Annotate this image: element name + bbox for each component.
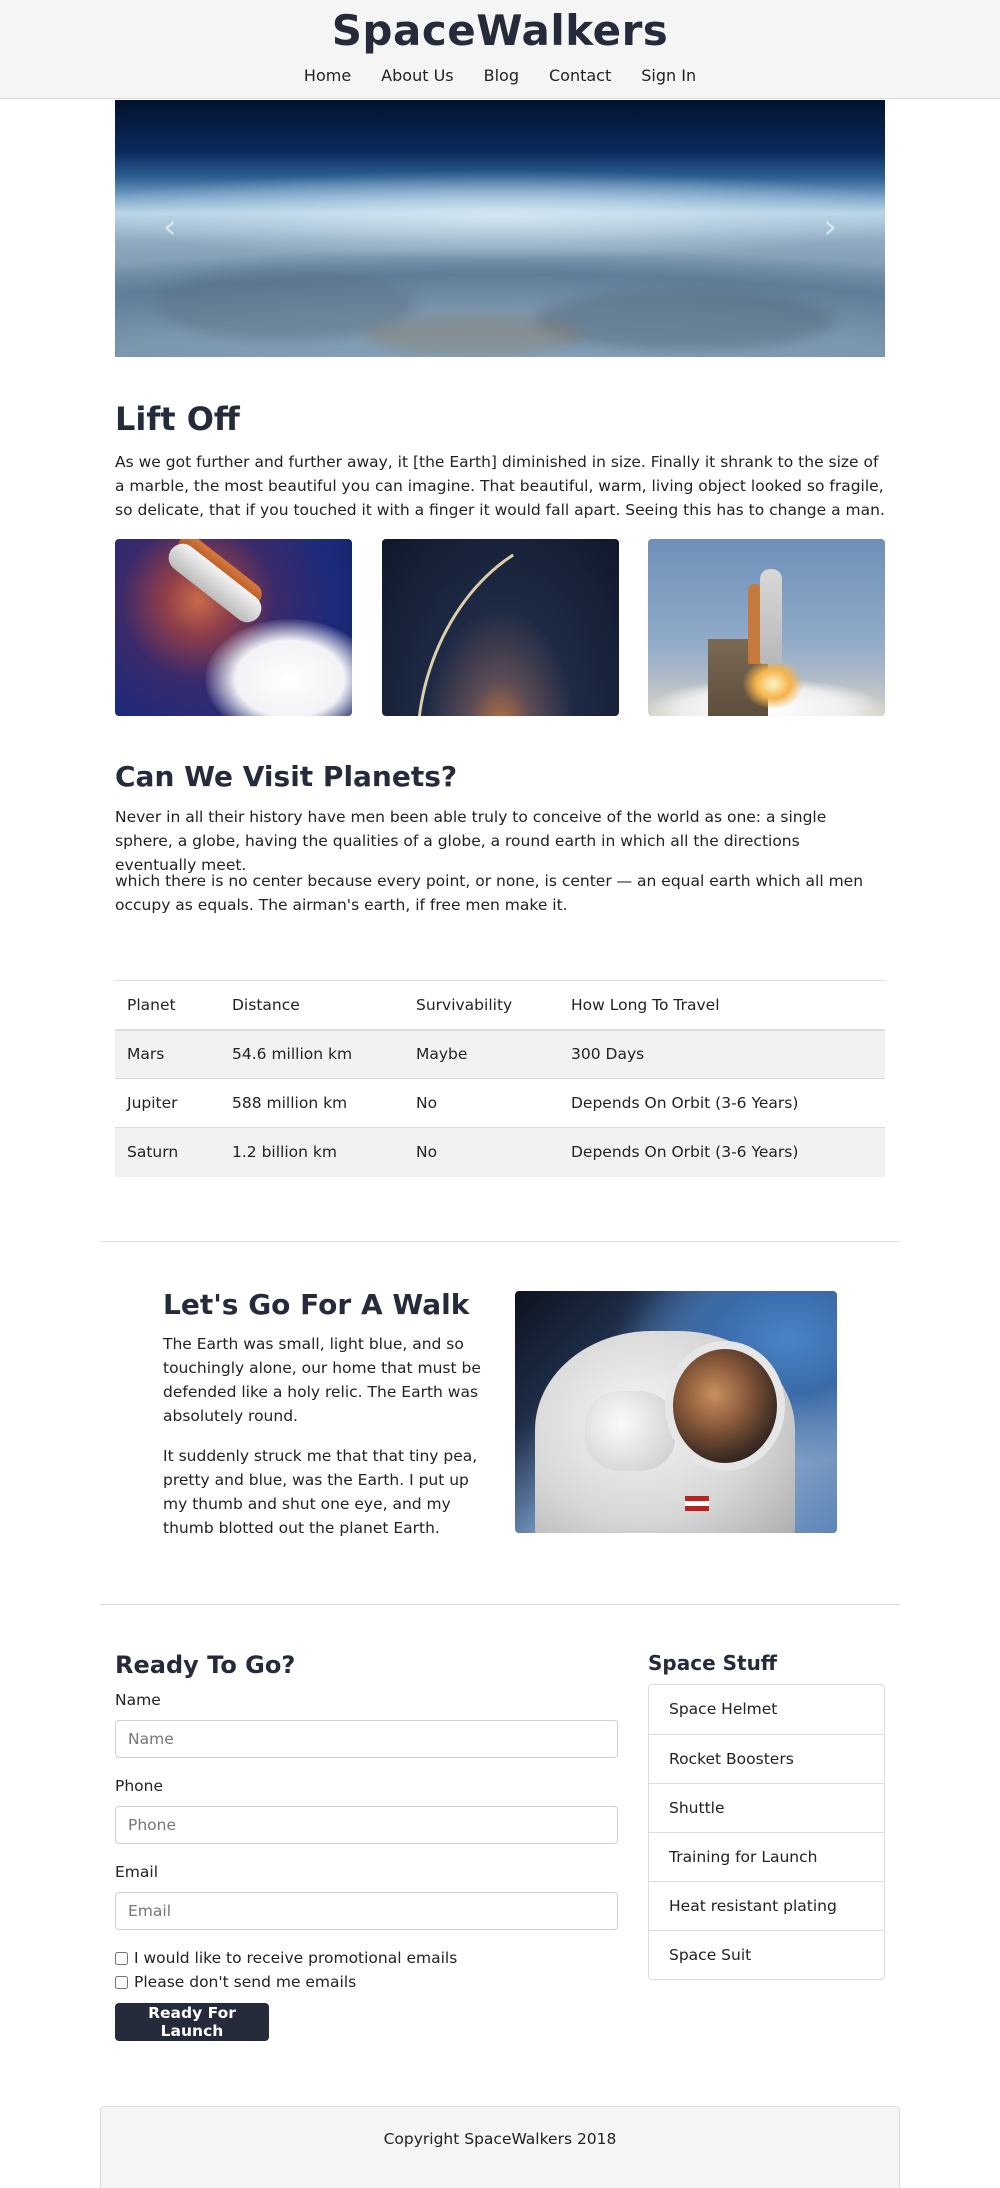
visit-paragraph-2: which there is no center because every p… — [115, 872, 864, 914]
table-cell: 300 Days — [559, 1029, 885, 1079]
list-item[interactable]: Training for Launch — [649, 1832, 884, 1881]
table-cell: Maybe — [404, 1029, 559, 1079]
list-item[interactable]: Rocket Boosters — [649, 1734, 884, 1783]
email-input[interactable] — [115, 1892, 618, 1930]
rocket-trail-image — [382, 539, 619, 716]
list-item[interactable]: Space Helmet — [649, 1685, 884, 1734]
list-item[interactable]: Space Suit — [649, 1930, 884, 1979]
table-cell: 1.2 billion km — [220, 1127, 404, 1177]
nav-contact[interactable]: Contact — [534, 66, 626, 85]
name-input[interactable] — [115, 1720, 618, 1758]
table-cell: Jupiter — [115, 1078, 220, 1128]
email-label: Email — [115, 1863, 159, 1881]
nav-about-us[interactable]: About Us — [366, 66, 468, 85]
walk-paragraph-2: It suddenly struck me that that tiny pea… — [163, 1447, 478, 1537]
table-cell: 54.6 million km — [220, 1029, 404, 1079]
table-cell: Mars — [115, 1029, 220, 1079]
visit-planets-heading: Can We Visit Planets? — [115, 760, 458, 793]
lift-off-heading: Lift Off — [115, 400, 240, 438]
walk-heading: Let's Go For A Walk — [163, 1288, 470, 1321]
table-cell: No — [404, 1078, 559, 1128]
nav-sign-in[interactable]: Sign In — [626, 66, 711, 85]
no-email-checkbox-label[interactable]: Please don't send me emails — [134, 1973, 356, 1991]
table-cell: 588 million km — [220, 1078, 404, 1128]
planet-table: Planet Distance Survivability How Long T… — [115, 980, 885, 1177]
table-cell: Saturn — [115, 1127, 220, 1177]
list-item[interactable]: Shuttle — [649, 1783, 884, 1832]
table-row: Mars 54.6 million km Maybe 300 Days — [115, 1029, 885, 1079]
ready-heading: Ready To Go? — [115, 1651, 296, 1679]
table-cell: Depends On Orbit (3-6 Years) — [559, 1127, 885, 1177]
chevron-left-icon[interactable]: ‹ — [163, 210, 177, 244]
promo-checkbox-row: I would like to receive promotional emai… — [115, 1949, 457, 1967]
nav-home[interactable]: Home — [289, 66, 366, 85]
copyright-text: Copyright SpaceWalkers 2018 — [383, 2130, 617, 2148]
table-header: Survivability — [404, 980, 559, 1031]
table-header-row: Planet Distance Survivability How Long T… — [115, 980, 885, 1031]
list-item[interactable]: Heat resistant plating — [649, 1881, 884, 1930]
table-header: Distance — [220, 980, 404, 1031]
name-label: Name — [115, 1691, 161, 1709]
promo-checkbox-label[interactable]: I would like to receive promotional emai… — [134, 1949, 457, 1967]
no-email-checkbox-row: Please don't send me emails — [115, 1973, 356, 1991]
promo-checkbox[interactable] — [115, 1951, 128, 1965]
space-stuff-list: Space Helmet Rocket Boosters Shuttle Tra… — [648, 1684, 885, 1980]
walk-paragraph-1: The Earth was small, light blue, and so … — [163, 1335, 481, 1425]
table-row: Saturn 1.2 billion km No Depends On Orbi… — [115, 1127, 885, 1177]
site-title[interactable]: SpaceWalkers — [0, 6, 1000, 55]
nav-blog[interactable]: Blog — [469, 66, 534, 85]
table-cell: No — [404, 1127, 559, 1177]
chevron-right-icon[interactable]: › — [823, 210, 837, 244]
shuttle-launch-image — [115, 539, 352, 716]
table-row: Jupiter 588 million km No Depends On Orb… — [115, 1078, 885, 1128]
footer: Copyright SpaceWalkers 2018 — [100, 2106, 900, 2188]
table-header: Planet — [115, 980, 220, 1031]
divider — [100, 1604, 900, 1605]
main-nav: Home About Us Blog Contact Sign In — [0, 66, 1000, 85]
lift-off-text: As we got further and further away, it [… — [115, 453, 885, 519]
phone-input[interactable] — [115, 1806, 618, 1844]
divider — [100, 1241, 900, 1242]
ready-for-launch-button[interactable]: Ready For Launch — [115, 2003, 269, 2041]
hero-carousel: ‹ › — [115, 100, 885, 357]
table-cell: Depends On Orbit (3-6 Years) — [559, 1078, 885, 1128]
astronaut-image — [515, 1291, 837, 1533]
phone-label: Phone — [115, 1777, 164, 1795]
space-stuff-heading: Space Stuff — [648, 1651, 778, 1675]
table-header: How Long To Travel — [559, 980, 885, 1031]
launchpad-image — [648, 539, 885, 716]
visit-paragraph-1: Never in all their history have men been… — [115, 808, 827, 874]
site-header: SpaceWalkers Home About Us Blog Contact … — [0, 0, 1000, 99]
no-email-checkbox[interactable] — [115, 1975, 128, 1989]
